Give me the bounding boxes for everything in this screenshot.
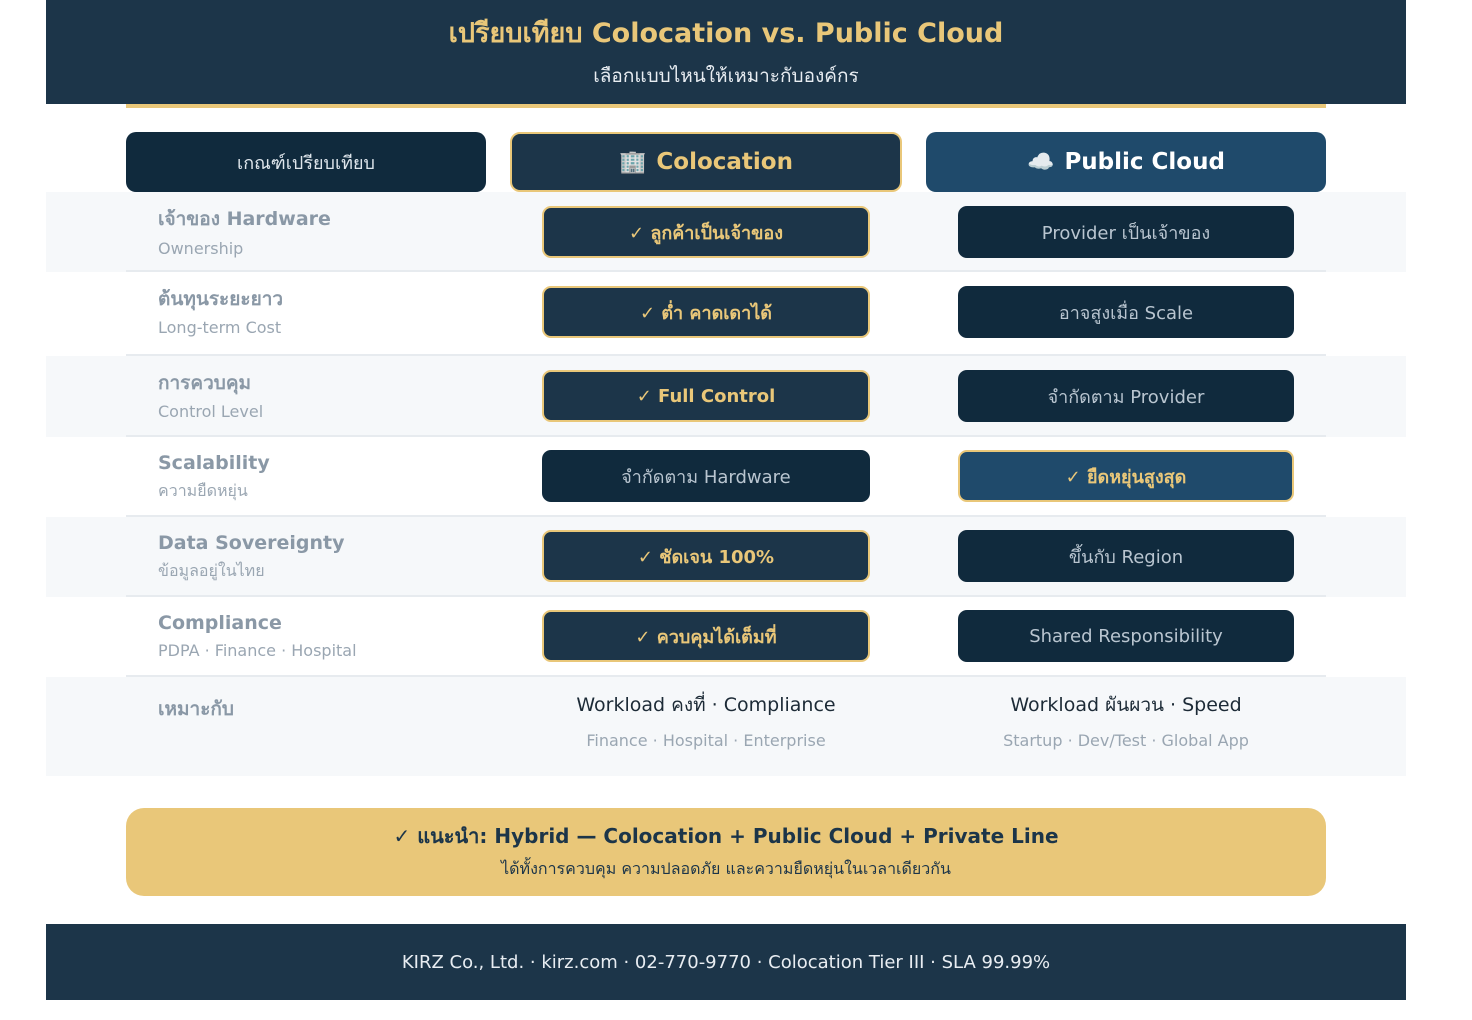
- table-row: Data Sovereignty ข้อมูลอยู่ในไทย ✓ ชัดเจ…: [46, 517, 1406, 597]
- colocation-fit-main: Workload คงที่ · Compliance: [576, 694, 836, 716]
- colocation-cell: ✓ ต่ำ คาดเดาได้: [542, 286, 870, 338]
- building-icon: 🏢: [619, 149, 647, 175]
- column-header-criteria: เกณฑ์เปรียบเทียบ: [126, 132, 486, 192]
- column-header-public-cloud-label: Public Cloud: [1064, 149, 1225, 175]
- criteria-label: การควบคุม: [158, 372, 252, 394]
- criteria-label: ต้นทุนระยะยาว: [158, 288, 284, 310]
- criteria-sublabel: ข้อมูลอยู่ในไทย: [158, 561, 265, 580]
- column-header-colocation-label: Colocation: [656, 149, 793, 175]
- colocation-cell: ✓ Full Control: [542, 370, 870, 422]
- colocation-cell: จำกัดตาม Hardware: [542, 450, 870, 502]
- colocation-cell: ✓ ลูกค้าเป็นเจ้าของ: [542, 206, 870, 258]
- colocation-cell: ✓ ชัดเจน 100%: [542, 530, 870, 582]
- public-cloud-cell: ✓ ยืดหยุ่นสูงสุด: [958, 450, 1294, 502]
- public-cloud-fit-main: Workload ผันผวน · Speed: [1010, 694, 1242, 716]
- colocation-fit-sub: Finance · Hospital · Enterprise: [586, 731, 826, 750]
- column-header-criteria-label: เกณฑ์เปรียบเทียบ: [237, 152, 375, 174]
- page-title: เปรียบเทียบ Colocation vs. Public Cloud: [448, 18, 1004, 49]
- criteria-sublabel: PDPA · Finance · Hospital: [158, 641, 357, 660]
- footer-text: KIRZ Co., Ltd. · kirz.com · 02-770-9770 …: [401, 951, 1051, 973]
- column-header-public-cloud: ☁️ Public Cloud: [926, 132, 1326, 192]
- column-header-colocation: 🏢 Colocation: [510, 132, 902, 192]
- header-accent-line: [126, 104, 1326, 108]
- criteria-label: เจ้าของ Hardware: [158, 208, 331, 230]
- page-header: เปรียบเทียบ Colocation vs. Public Cloud …: [46, 0, 1406, 104]
- page-subtitle: เลือกแบบไหนให้เหมาะกับองค์กร: [593, 65, 859, 87]
- page-footer: KIRZ Co., Ltd. · kirz.com · 02-770-9770 …: [46, 924, 1406, 1000]
- public-cloud-cell: ขึ้นกับ Region: [958, 530, 1294, 582]
- fit-row: เหมาะกับ Workload คงที่ · Compliance Fin…: [46, 677, 1406, 776]
- criteria-label: Compliance: [158, 612, 282, 634]
- criteria-label: Scalability: [158, 452, 270, 474]
- criteria-sublabel: ความยืดหยุ่น: [158, 481, 248, 500]
- public-cloud-fit-sub: Startup · Dev/Test · Global App: [1003, 731, 1249, 750]
- public-cloud-cell: Provider เป็นเจ้าของ: [958, 206, 1294, 258]
- criteria-sublabel: Long-term Cost: [158, 318, 282, 337]
- cloud-icon: ☁️: [1027, 149, 1055, 175]
- fit-label: เหมาะกับ: [158, 698, 234, 720]
- recommendation-banner: ✓ แนะนำ: Hybrid — Colocation + Public Cl…: [126, 808, 1326, 896]
- table-row: ต้นทุนระยะยาว Long-term Cost ✓ ต่ำ คาดเด…: [46, 272, 1406, 356]
- criteria-label: Data Sovereignty: [158, 532, 345, 554]
- table-row: การควบคุม Control Level ✓ Full Control จ…: [46, 356, 1406, 437]
- recommendation-subtitle: ได้ทั้งการควบคุม ความปลอดภัย และความยืดห…: [501, 859, 951, 878]
- criteria-sublabel: Ownership: [158, 239, 244, 258]
- criteria-sublabel: Control Level: [158, 402, 264, 421]
- colocation-cell: ✓ ควบคุมได้เต็มที่: [542, 610, 870, 662]
- table-row: Scalability ความยืดหยุ่น จำกัดตาม Hardwa…: [46, 437, 1406, 517]
- public-cloud-cell: อาจสูงเมื่อ Scale: [958, 286, 1294, 338]
- table-row: Compliance PDPA · Finance · Hospital ✓ ค…: [46, 597, 1406, 677]
- recommendation-title: ✓ แนะนำ: Hybrid — Colocation + Public Cl…: [393, 824, 1059, 848]
- public-cloud-cell: จำกัดตาม Provider: [958, 370, 1294, 422]
- public-cloud-cell: Shared Responsibility: [958, 610, 1294, 662]
- table-row: เจ้าของ Hardware Ownership ✓ ลูกค้าเป็นเ…: [46, 192, 1406, 272]
